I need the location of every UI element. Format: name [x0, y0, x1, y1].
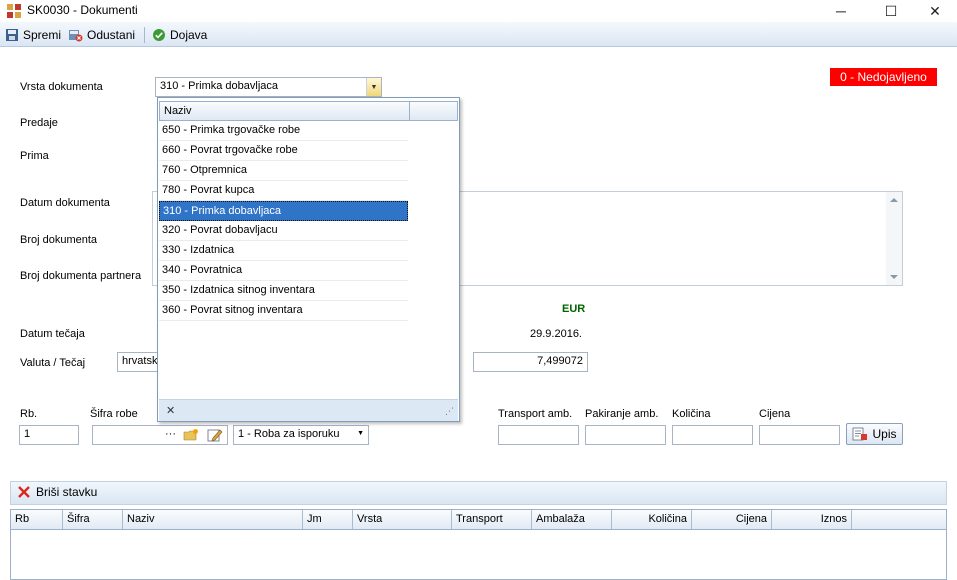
kolicina-input[interactable]: [672, 425, 753, 445]
save-button[interactable]: Spremi: [5, 26, 61, 44]
delete-row-label: Briši stavku: [36, 485, 98, 499]
rb-label: Rb.: [20, 408, 38, 420]
broj-dokumenta-partnera-label: Broj dokumenta partnera: [20, 270, 142, 282]
dropdown-option[interactable]: 350 - Izdatnica sitnog inventara: [159, 281, 408, 301]
report-button[interactable]: Dojava: [152, 26, 207, 44]
prima-label: Prima: [20, 150, 49, 162]
column-header-naziv[interactable]: Naziv: [164, 105, 192, 117]
transport-amb-label: Transport amb.: [498, 408, 573, 420]
upis-button[interactable]: Upis: [846, 423, 903, 445]
cancel-button[interactable]: Odustani: [68, 26, 135, 44]
rb-input[interactable]: 1: [19, 425, 79, 445]
maximize-button[interactable]: ☐: [868, 0, 914, 22]
transport-amb-input[interactable]: [498, 425, 579, 445]
valuta-input[interactable]: hrvatsk: [117, 352, 159, 372]
toolbar-separator: [144, 27, 145, 43]
vrsta-dokumenta-combo[interactable]: 310 - Primka dobavljaca ▼: [155, 77, 382, 97]
dropdown-option[interactable]: 360 - Povrat sitnog inventara: [159, 301, 408, 321]
column-header-transport[interactable]: Transport: [452, 510, 532, 529]
close-window-button[interactable]: ✕: [912, 0, 957, 22]
datum-tecaja-label: Datum tečaja: [20, 328, 85, 340]
column-header-ambalaza[interactable]: Ambalaža: [532, 510, 612, 529]
cancel-document-icon: [69, 30, 83, 42]
column-header-vrsta[interactable]: Vrsta: [353, 510, 452, 529]
title-bar: SK0030 - Dokumenti ─ ☐ ✕: [0, 0, 957, 22]
column-header-sifra[interactable]: Šifra: [63, 510, 123, 529]
delete-x-icon: [18, 486, 30, 498]
rate-date-value: 29.9.2016.: [530, 328, 582, 340]
close-icon[interactable]: ✕: [166, 404, 175, 417]
document-add-icon: [853, 427, 868, 441]
roba-type-combo[interactable]: 1 - Roba za isporuku ▼: [233, 425, 369, 445]
pakiranje-amb-input[interactable]: [585, 425, 666, 445]
folder-star-icon[interactable]: [183, 428, 199, 442]
floppy-disk-icon: [6, 29, 18, 41]
dropdown-option[interactable]: 330 - Izdatnica: [159, 241, 408, 261]
column-header-iznos[interactable]: Iznos: [772, 510, 852, 529]
toolbar: Spremi Odustani Dojava: [0, 22, 957, 47]
header-divider: [409, 102, 410, 120]
vertical-scrollbar[interactable]: [886, 192, 902, 285]
status-badge: 0 - Nedojavljeno: [830, 68, 937, 86]
currency-code: EUR: [562, 303, 586, 315]
cijena-input[interactable]: [759, 425, 840, 445]
check-circle-icon: [153, 29, 165, 41]
column-header-kolicina[interactable]: Količina: [612, 510, 692, 529]
column-header-jm[interactable]: Jm: [303, 510, 353, 529]
dropdown-option[interactable]: 650 - Primka trgovačke robe: [159, 121, 408, 141]
edit-pencil-icon[interactable]: [207, 428, 223, 442]
resize-grip-icon[interactable]: ⋰: [445, 406, 454, 417]
grid-toolbar: Briši stavku: [10, 481, 947, 505]
vrsta-dokumenta-value: 310 - Primka dobavljaca: [160, 80, 279, 92]
column-header-naziv[interactable]: Naziv: [123, 510, 303, 529]
column-header-cijena[interactable]: Cijena: [692, 510, 772, 529]
grid-header: Rb Šifra Naziv Jm Vrsta Transport Ambala…: [11, 510, 946, 530]
cancel-label: Odustani: [87, 28, 136, 42]
dropdown-option[interactable]: 660 - Povrat trgovačke robe: [159, 141, 408, 161]
dropdown-option-selected[interactable]: 310 - Primka dobavljaca: [159, 201, 408, 221]
valuta-tecaj-label: Valuta / Tečaj: [20, 357, 86, 369]
upis-label: Upis: [872, 427, 897, 441]
roba-type-value: 1 - Roba za isporuku: [238, 428, 340, 440]
kolicina-label: Količina: [672, 408, 711, 420]
dropdown-option[interactable]: 320 - Povrat dobavljacu: [159, 221, 408, 241]
dropdown-footer: ✕ ⋰: [159, 399, 458, 421]
dropdown-option[interactable]: 340 - Povratnica: [159, 261, 408, 281]
dropdown-option[interactable]: 780 - Povrat kupca: [159, 181, 408, 201]
vrsta-dokumenta-label: Vrsta dokumenta: [20, 81, 103, 93]
pakiranje-amb-label: Pakiranje amb.: [585, 408, 659, 420]
sifra-robe-input[interactable]: ···: [92, 425, 228, 445]
sifra-robe-label: Šifra robe: [90, 408, 138, 420]
ellipsis-button[interactable]: ···: [165, 428, 176, 440]
cijena-label: Cijena: [759, 408, 791, 420]
broj-dokumenta-label: Broj dokumenta: [20, 234, 98, 246]
datum-dokumenta-label: Datum dokumenta: [20, 197, 110, 209]
chevron-down-icon[interactable]: ▼: [357, 430, 364, 437]
dropdown-option[interactable]: 760 - Otpremnica: [159, 161, 408, 181]
report-label: Dojava: [170, 28, 208, 42]
items-grid[interactable]: Rb Šifra Naziv Jm Vrsta Transport Ambala…: [10, 509, 947, 580]
save-label: Spremi: [23, 28, 62, 42]
predaje-label: Predaje: [20, 117, 58, 129]
minimize-button[interactable]: ─: [818, 0, 864, 22]
dropdown-header: Naziv: [159, 101, 458, 121]
delete-row-button[interactable]: Briši stavku: [17, 485, 97, 499]
chevron-down-icon[interactable]: ▼: [366, 78, 381, 96]
window-title: SK0030 - Dokumenti: [27, 3, 138, 17]
tecaj-input[interactable]: 7,499072: [473, 352, 588, 372]
column-header-rb[interactable]: Rb: [11, 510, 63, 529]
app-icon: [7, 4, 21, 18]
vrsta-dokumenta-dropdown[interactable]: Naziv 650 - Primka trgovačke robe 660 - …: [157, 97, 460, 422]
